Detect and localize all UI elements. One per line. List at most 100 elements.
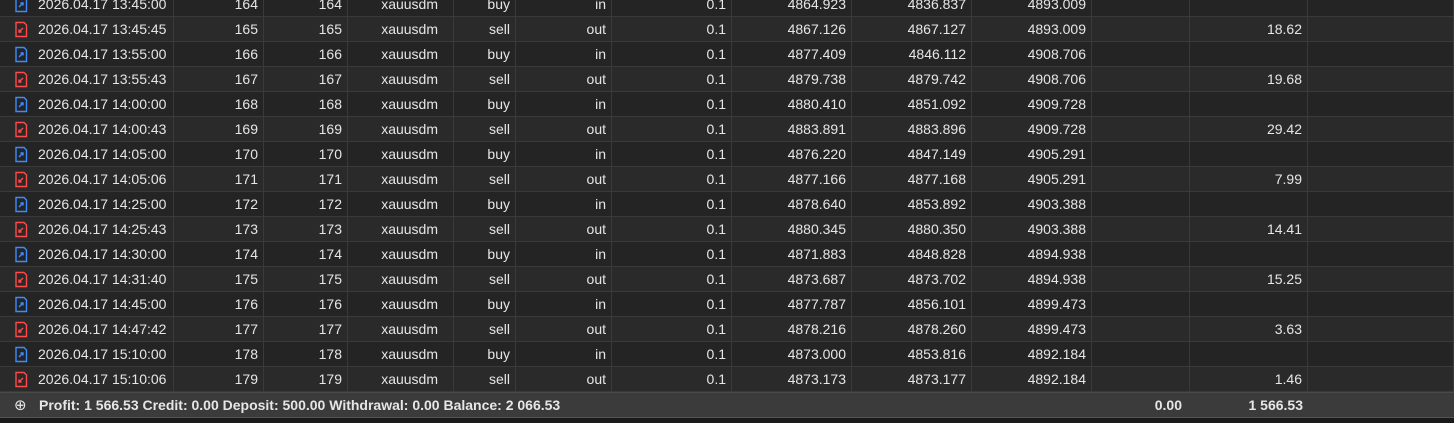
cell-symbol: xauusdm [348,0,454,17]
sell-out-icon [15,371,28,388]
cell-commission [1092,317,1190,342]
cell-type: buy [454,42,516,67]
table-row[interactable]: 2026.04.17 14:31:40 175 175 xauusdm sell out 0… [0,267,1454,292]
cell-symbol: xauusdm [348,67,454,92]
cell-price: 4871.883 [732,242,852,267]
sell-out-icon [15,171,28,188]
cell-type: sell [454,167,516,192]
bottom-scroll-bar[interactable] [0,417,1454,423]
cell-sl: 4846.112 [852,42,972,67]
table-row[interactable]: 2026.04.17 14:00:43 169 169 xauusdm sell out 0… [0,117,1454,142]
cell-sl: 4879.742 [852,67,972,92]
table-row[interactable]: 2026.04.17 13:55:43 167 167 xauusdm sell out 0… [0,67,1454,92]
cell-profit: 29.42 [1190,117,1308,142]
cell-order: 172 [174,192,264,217]
cell-symbol: xauusdm [348,267,454,292]
cell-commission [1092,67,1190,92]
cell-empty [1308,267,1454,292]
cell-order: 166 [174,42,264,67]
cell-volume: 0.1 [612,42,732,67]
table-row[interactable]: 2026.04.17 14:45:00 176 176 xauusdm buy in 0.1… [0,292,1454,317]
table-row[interactable]: 2026.04.17 15:10:06 179 179 xauusdm sell out 0… [0,367,1454,392]
cell-direction: in [516,342,612,367]
cell-volume: 0.1 [612,342,732,367]
table-row[interactable]: 2026.04.17 13:45:00 164 164 xauusdm buy in 0.1… [0,0,1454,17]
cell-empty [1308,292,1454,317]
cell-direction: out [516,17,612,42]
cell-volume: 0.1 [612,217,732,242]
cell-deal: 177 [264,317,348,342]
cell-profit [1190,42,1308,67]
cell-tp: 4909.728 [972,117,1092,142]
cell-sl: 4853.816 [852,342,972,367]
cell-sl: 4883.896 [852,117,972,142]
table-row[interactable]: 2026.04.17 13:55:00 166 166 xauusdm buy in 0.1… [0,42,1454,67]
table-row[interactable]: 2026.04.17 14:05:00 170 170 xauusdm buy in 0.1… [0,142,1454,167]
cell-price: 4877.409 [732,42,852,67]
cell-tp: 4905.291 [972,142,1092,167]
cell-price: 4877.166 [732,167,852,192]
cell-price: 4883.891 [732,117,852,142]
buy-in-icon [15,346,28,363]
cell-direction: in [516,92,612,117]
table-row[interactable]: 2026.04.17 13:45:45 165 165 xauusdm sell out 0… [0,17,1454,42]
cell-profit: 19.68 [1190,67,1308,92]
cell-order: 178 [174,342,264,367]
sell-out-icon [15,71,28,88]
cell-tp: 4903.388 [972,217,1092,242]
cell-order: 164 [174,0,264,17]
cell-order: 175 [174,267,264,292]
cell-empty [1308,242,1454,267]
table-row[interactable]: 2026.04.17 14:00:00 168 168 xauusdm buy in 0.1… [0,92,1454,117]
cell-type: sell [454,117,516,142]
cell-commission [1092,142,1190,167]
cell-order: 168 [174,92,264,117]
cell-sl: 4847.149 [852,142,972,167]
table-row[interactable]: 2026.04.17 14:25:00 172 172 xauusdm buy in 0.1… [0,192,1454,217]
cell-commission [1092,192,1190,217]
cell-empty [1308,167,1454,192]
cell-tp: 4908.706 [972,42,1092,67]
cell-deal: 176 [264,292,348,317]
cell-deal: 173 [264,217,348,242]
cell-profit: 1.46 [1190,367,1308,392]
cell-symbol: xauusdm [348,167,454,192]
cell-direction: out [516,167,612,192]
cell-type: buy [454,92,516,117]
table-row[interactable]: 2026.04.17 14:05:06 171 171 xauusdm sell out 0… [0,167,1454,192]
cell-profit [1190,0,1308,17]
buy-in-icon [15,0,28,13]
sell-out-icon [15,221,28,238]
table-row[interactable]: 2026.04.17 15:10:00 178 178 xauusdm buy in 0.1… [0,342,1454,367]
cell-commission [1092,242,1190,267]
table-row[interactable]: 2026.04.17 14:47:42 177 177 xauusdm sell out 0… [0,317,1454,342]
cell-volume: 0.1 [612,0,732,17]
summary-text: Profit: 1 566.53 Credit: 0.00 Deposit: 5… [39,397,561,413]
cell-tp: 4893.009 [972,17,1092,42]
buy-in-icon [15,46,28,63]
cell-symbol: xauusdm [348,367,454,392]
cell-empty [1308,117,1454,142]
summary-row[interactable]: ⊕ Profit: 1 566.53 Credit: 0.00 Deposit:… [0,392,1454,417]
table-row[interactable]: 2026.04.17 14:30:00 174 174 xauusdm buy in 0.1… [0,242,1454,267]
cell-empty [1308,217,1454,242]
cell-deal: 166 [264,42,348,67]
cell-type: buy [454,242,516,267]
cell-price: 4878.216 [732,317,852,342]
cell-deal: 169 [264,117,348,142]
buy-in-icon [15,246,28,263]
buy-in-icon [15,196,28,213]
summary-total-commission: 0.00 [1154,397,1182,413]
table-row[interactable]: 2026.04.17 14:25:43 173 173 xauusdm sell out 0… [0,217,1454,242]
cell-profit [1190,92,1308,117]
cell-price: 4877.787 [732,292,852,317]
cell-empty [1308,192,1454,217]
cell-direction: out [516,267,612,292]
plus-circle-icon[interactable]: ⊕ [14,393,27,418]
cell-direction: in [516,242,612,267]
cell-volume: 0.1 [612,117,732,142]
cell-price: 4879.738 [732,67,852,92]
cell-volume: 0.1 [612,67,732,92]
cell-price: 4880.345 [732,217,852,242]
cell-commission [1092,0,1190,17]
